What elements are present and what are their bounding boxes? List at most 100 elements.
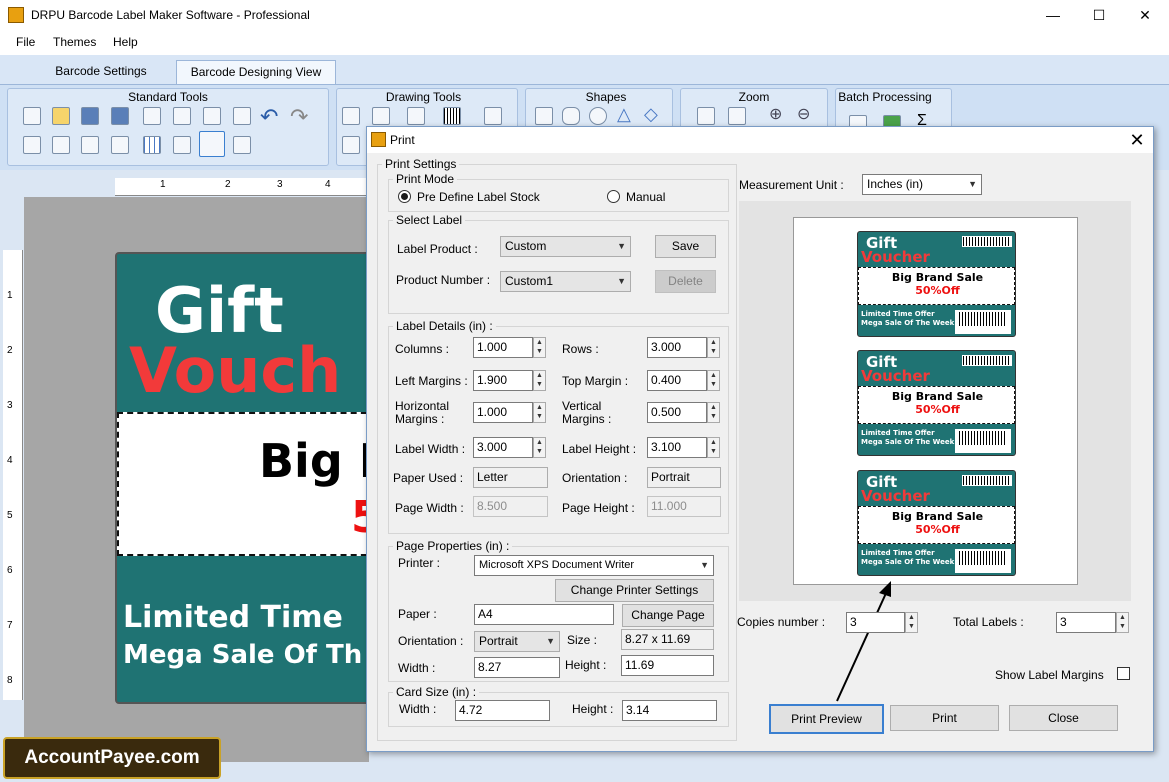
paper-field[interactable]: A4 [474,604,614,625]
close-button[interactable]: ✕ [1122,0,1168,31]
open-icon[interactable] [52,107,70,125]
radio-predefine-stock[interactable] [398,190,411,203]
product-number-dropdown[interactable]: Custom1 ▼ [500,271,631,292]
vertical-margins-stepper[interactable]: ▲ ▼ [707,402,720,423]
rows-input[interactable]: 3.000 [647,337,707,358]
label-voucher-text[interactable]: Vouch [129,334,341,407]
new-icon[interactable] [23,107,41,125]
save-icon[interactable] [81,107,99,125]
barcode-icon[interactable] [443,107,461,125]
paper-used-field: Letter [473,467,548,488]
image-icon[interactable] [484,107,502,125]
copies-input[interactable]: 3 [846,612,905,633]
print-button[interactable]: Print [890,705,999,731]
menu-themes[interactable]: Themes [53,35,96,49]
label-limited-text[interactable]: Limited Time [123,600,343,635]
label-width-input[interactable]: 3.000 [473,437,533,458]
columns-input[interactable]: 1.000 [473,337,533,358]
rounded-rectangle-icon[interactable] [562,107,580,125]
star-icon[interactable] [342,136,360,154]
copy-icon[interactable] [143,107,161,125]
top-margin-input[interactable]: 0.400 [647,370,707,391]
print-preview-button[interactable]: Print Preview [769,704,884,734]
paste-icon[interactable] [173,107,191,125]
label-mega-text[interactable]: Mega Sale Of Th [123,640,362,670]
cut-icon[interactable] [203,107,221,125]
page-width-input[interactable]: 8.27 [474,657,560,678]
actual-size-icon[interactable] [697,107,715,125]
change-printer-settings-button[interactable]: Change Printer Settings [555,579,714,602]
radio-manual-label[interactable]: Manual [626,190,665,204]
fit-to-window-icon[interactable] [728,107,746,125]
app-icon [8,7,24,23]
redo-icon[interactable]: ↷ [290,104,308,130]
bring-forward-icon[interactable] [23,136,41,154]
page-orientation-dropdown[interactable]: Portrait ▼ [474,631,560,652]
save-as-icon[interactable] [111,107,129,125]
card-width-label: Width : [399,702,437,716]
total-labels-stepper[interactable]: ▲ ▼ [1116,612,1129,633]
label-white-band[interactable]: Big I 5 [117,412,373,556]
maximize-button[interactable]: ☐ [1076,0,1122,31]
columns-stepper[interactable]: ▲ ▼ [533,337,546,358]
tab-barcode-settings[interactable]: Barcode Settings [40,60,162,84]
preview-barcode-2 [955,429,1011,453]
measurement-unit-dropdown[interactable]: Inches (in) ▼ [862,174,982,195]
show-label-margins-checkbox[interactable] [1117,667,1130,680]
zoom-out-icon[interactable]: ⊖ [797,104,810,124]
card-height-input[interactable]: 3.14 [622,700,717,721]
menu-help[interactable]: Help [113,35,138,49]
left-margins-stepper[interactable]: ▲ ▼ [533,370,546,391]
zoom-in-icon[interactable]: ⊕ [769,104,782,124]
vertical-ruler: 1 2 3 4 5 6 7 8 [3,250,23,700]
delete-icon[interactable] [233,107,251,125]
dialog-close-icon[interactable]: ✕ [1125,130,1149,151]
group-title-zoom: Zoom [738,90,770,104]
ellipse-icon[interactable] [589,107,607,125]
save-button[interactable]: Save [655,235,716,258]
columns-label: Columns : [395,342,450,356]
undo-icon[interactable]: ↶ [260,104,278,130]
label-width-stepper[interactable]: ▲ ▼ [533,437,546,458]
label-height-label: Label Height : [562,442,637,456]
minimize-button[interactable]: — [1030,0,1076,31]
line-icon[interactable] [407,107,425,125]
delete-button[interactable]: Delete [655,270,716,293]
show-label-margins-label[interactable]: Show Label Margins [995,668,1104,682]
label-product-dropdown[interactable]: Custom ▼ [500,236,631,257]
change-page-button[interactable]: Change Page [622,604,714,627]
radio-manual[interactable] [607,190,620,203]
card-width-input[interactable]: 4.72 [455,700,550,721]
copies-stepper[interactable]: ▲ ▼ [905,612,918,633]
triangle-icon[interactable]: △ [617,104,631,125]
unlock-icon[interactable] [111,136,129,154]
page-height-input[interactable]: 11.69 [621,655,714,676]
label-height-stepper[interactable]: ▲ ▼ [707,437,720,458]
export-icon[interactable] [233,136,251,154]
left-margins-input[interactable]: 1.900 [473,370,533,391]
top-margin-stepper[interactable]: ▲ ▼ [707,370,720,391]
label-brand-text[interactable]: Big I [259,434,373,488]
label-height-input[interactable]: 3.100 [647,437,707,458]
tab-barcode-designing-view[interactable]: Barcode Designing View [176,60,336,84]
total-labels-input[interactable]: 3 [1056,612,1116,633]
close-dialog-button[interactable]: Close [1009,705,1118,731]
dialog-title-bar [367,127,1153,153]
rows-stepper[interactable]: ▲ ▼ [707,337,720,358]
menu-file[interactable]: File [16,35,35,49]
pen-icon[interactable] [372,107,390,125]
send-backward-icon[interactable] [52,136,70,154]
grid-icon[interactable] [143,136,161,154]
diamond-icon[interactable]: ◇ [644,104,658,125]
horizontal-margins-input[interactable]: 1.000 [473,402,533,423]
label-canvas[interactable]: Gift Vouch Big I 5 Limited Time Mega Sal… [115,252,375,704]
vertical-margins-input[interactable]: 0.500 [647,402,707,423]
text-icon[interactable] [342,107,360,125]
radio-predefine-stock-label[interactable]: Pre Define Label Stock [417,190,540,204]
horizontal-margins-stepper[interactable]: ▲ ▼ [533,402,546,423]
properties-icon[interactable] [173,136,191,154]
printer-dropdown[interactable]: Microsoft XPS Document Writer ▼ [474,555,714,576]
rectangle-icon[interactable] [535,107,553,125]
lock-icon[interactable] [81,136,99,154]
print-icon[interactable] [199,131,225,157]
